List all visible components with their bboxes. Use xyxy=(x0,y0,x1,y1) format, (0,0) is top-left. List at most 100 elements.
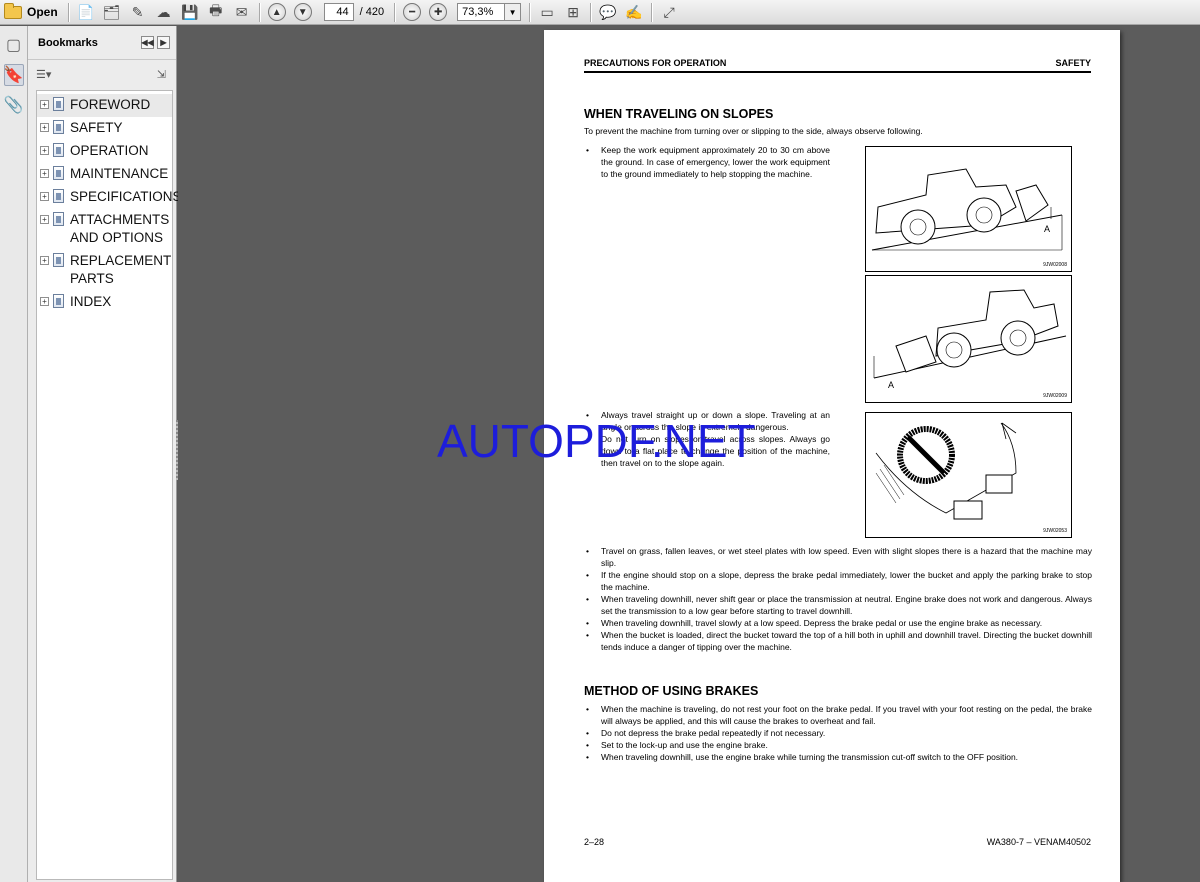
expand-plus-icon[interactable]: + xyxy=(40,215,49,224)
toolbar-separator xyxy=(394,2,396,22)
bookmark-label: ATTACHMENTS AND OPTIONS xyxy=(70,212,170,245)
bookmark-item-index[interactable]: + INDEX xyxy=(37,291,172,314)
bullet-text: Set to the lock-up and use the engine br… xyxy=(601,740,768,750)
header-right: SAFETY xyxy=(1055,58,1091,68)
expand-plus-icon[interactable]: + xyxy=(40,146,49,155)
open-label: Open xyxy=(27,5,58,19)
open-button[interactable]: Open xyxy=(0,0,64,25)
bookmarks-header: Bookmarks ◀◀ ▶ xyxy=(28,26,176,60)
bookmark-label: OPERATION xyxy=(70,143,149,158)
toolbar-separator xyxy=(258,2,260,22)
bullet-text: If the engine should stop on a slope, de… xyxy=(601,570,1092,592)
options-menu-icon[interactable]: ☰▾ xyxy=(36,68,51,81)
email-icon[interactable]: ✉ xyxy=(231,1,253,23)
list-item: • Set to the lock-up and use the engine b… xyxy=(586,740,768,750)
toolbar-separator xyxy=(529,2,531,22)
bookmark-item-operation[interactable]: + OPERATION xyxy=(37,140,172,163)
bookmarks-icon[interactable]: 🔖 xyxy=(3,64,24,86)
bookmark-icon xyxy=(53,166,64,180)
bookmarks-toolbar: ☰▾ ⇲ xyxy=(28,60,176,88)
expand-plus-icon[interactable]: + xyxy=(40,256,49,265)
collapse-panel-button[interactable]: ◀◀ xyxy=(141,36,154,49)
footer-document-id: WA380-7 – VENAM40502 xyxy=(986,837,1091,847)
zoom-level-input[interactable]: 73,3% xyxy=(457,3,506,21)
expand-plus-icon[interactable]: + xyxy=(40,100,49,109)
header-left: PRECAUTIONS FOR OPERATION xyxy=(584,58,727,68)
section-intro: To prevent the machine from turning over… xyxy=(584,126,923,136)
label-a: A xyxy=(1044,224,1050,234)
figure-downhill-loader: A 9JW02009 xyxy=(865,275,1072,403)
double-chevron-left-icon: ◀◀ xyxy=(141,38,154,47)
list-item: • When the bucket is loaded, direct the b… xyxy=(586,630,1092,652)
list-item: • Do not depress the brake pedal repeated… xyxy=(586,728,826,738)
section-title-brakes: METHOD OF USING BRAKES xyxy=(584,684,759,698)
chevron-right-icon: ▶ xyxy=(160,38,167,47)
expand-icon[interactable]: ⤢ xyxy=(658,1,680,23)
expand-plus-icon[interactable]: + xyxy=(40,169,49,178)
section-title-slopes: WHEN TRAVELING ON SLOPES xyxy=(584,107,774,121)
chevron-down-icon: ▼ xyxy=(508,7,517,17)
bookmark-icon xyxy=(53,189,64,203)
list-item: • If the engine should stop on a slope, d… xyxy=(586,570,1092,592)
list-item: • When traveling downhill, travel slowly … xyxy=(586,618,1043,628)
page-thumbnails-icon[interactable]: ▢ xyxy=(4,34,24,56)
folder-icon xyxy=(4,2,22,19)
sign-icon[interactable]: ✎ xyxy=(127,1,149,23)
bullet-text: Travel on grass, fallen leaves, or wet s… xyxy=(601,546,1092,568)
bookmark-icon xyxy=(53,212,64,226)
page-number-input[interactable]: 44 xyxy=(323,3,354,21)
bullet-group-travel: • Travel on grass, fallen leaves, or wet … xyxy=(586,545,1092,653)
expand-bookmark-icon[interactable]: ⇲ xyxy=(157,68,166,81)
create-pdf-icon[interactable]: 📄 xyxy=(75,1,97,23)
toolbar-separator xyxy=(590,2,592,22)
bookmark-icon xyxy=(53,294,64,308)
loader-uphill-illustration: A xyxy=(871,168,1063,251)
main-toolbar: Open 📄 🗂 ✎ ☁ 💾 🖶 ✉ ▲ ▼ 44 / 420 ━ ✚ 73,3… xyxy=(0,0,1200,25)
zoom-out-button[interactable]: ━ xyxy=(403,3,422,21)
save-icon[interactable]: 💾 xyxy=(179,1,201,23)
previous-page-button[interactable]: ▲ xyxy=(267,3,286,21)
combine-files-icon[interactable]: 🗂 xyxy=(101,1,123,23)
bookmark-item-foreword[interactable]: + FOREWORD xyxy=(37,94,172,117)
zoom-in-button[interactable]: ✚ xyxy=(429,3,448,21)
hide-panel-button[interactable]: ▶ xyxy=(157,36,170,49)
print-icon[interactable]: 🖶 xyxy=(205,1,227,23)
highlight-icon[interactable]: ✍ xyxy=(623,1,645,23)
bookmark-icon xyxy=(53,143,64,157)
page-total: / 420 xyxy=(359,6,385,18)
no-turn-illustration xyxy=(875,422,1017,520)
bookmark-item-attachments[interactable]: + ATTACHMENTS AND OPTIONS xyxy=(37,209,172,250)
bookmark-label: INDEX xyxy=(70,294,112,309)
next-page-button[interactable]: ▼ xyxy=(293,3,312,21)
expand-plus-icon[interactable]: + xyxy=(40,123,49,132)
bookmark-item-safety[interactable]: + SAFETY xyxy=(37,117,172,140)
bookmark-label: REPLACEMENT PARTS xyxy=(70,253,172,286)
bullet-group-equipment: • Keep the work equipment approximately 2… xyxy=(586,144,830,180)
expand-plus-icon[interactable]: + xyxy=(40,192,49,201)
bookmark-item-maintenance[interactable]: + MAINTENANCE xyxy=(37,163,172,186)
bookmarks-title: Bookmarks xyxy=(38,36,98,49)
arrow-down-icon: ▼ xyxy=(297,6,308,18)
bullet-text: Keep the work equipment approximately 20… xyxy=(601,145,830,179)
figure-no-turn-on-slope: 9JW02053 xyxy=(865,412,1072,538)
zoom-dropdown-button[interactable]: ▼ xyxy=(505,3,522,21)
bookmark-label: SPECIFICATIONS xyxy=(70,189,182,204)
comment-icon[interactable]: 💬 xyxy=(597,1,619,23)
page-header: PRECAUTIONS FOR OPERATION SAFETY xyxy=(584,58,1091,73)
expand-plus-icon[interactable]: + xyxy=(40,297,49,306)
figure-code: 9JW02009 xyxy=(1043,393,1067,399)
attachments-icon[interactable]: 📎 xyxy=(4,94,24,116)
upload-icon[interactable]: ☁ xyxy=(153,1,175,23)
list-item: • When the machine is traveling, do not r… xyxy=(586,704,1092,726)
figure-code: 9JW02053 xyxy=(1043,528,1067,534)
bullet-text: When traveling downhill, travel slowly a… xyxy=(601,618,1043,628)
fit-width-icon[interactable]: ⊞ xyxy=(562,1,584,23)
minus-icon: ━ xyxy=(409,6,416,18)
bookmark-item-specifications[interactable]: + SPECIFICATIONS xyxy=(37,186,182,209)
figure-code: 9JW02008 xyxy=(1043,262,1067,268)
toolbar-separator xyxy=(67,2,69,22)
bullet-text: When traveling downhill, use the engine … xyxy=(601,752,1019,762)
fit-page-icon[interactable]: ▭ xyxy=(536,1,558,23)
bookmark-item-replacement-parts[interactable]: + REPLACEMENT PARTS xyxy=(37,250,172,291)
bookmarks-panel: Bookmarks ◀◀ ▶ ☰▾ ⇲ + FOREWORD + SAFETY … xyxy=(28,26,182,882)
